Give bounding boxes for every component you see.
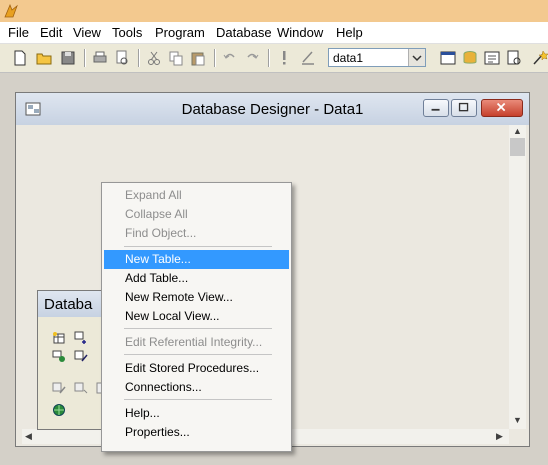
paste-icon[interactable] [188,48,208,68]
add-table-icon[interactable] [74,331,88,345]
cut-icon[interactable] [144,48,164,68]
context-menu: Expand All Collapse All Find Object... N… [101,182,292,452]
menu-separator [124,399,272,400]
close-button[interactable] [481,99,523,117]
menu-edit[interactable]: Edit [40,25,62,40]
standard-toolbar: data1 [0,44,548,73]
menu-item-properties[interactable]: Properties... [104,423,289,442]
wizard-icon[interactable] [530,48,548,68]
local-view-icon[interactable] [74,349,88,363]
run-icon[interactable] [274,48,294,68]
chevron-down-icon[interactable] [408,49,425,66]
remote-view-icon[interactable] [52,349,66,363]
database-designer-toolbar-window: Databa [37,290,109,430]
menu-item-connections[interactable]: Connections... [104,378,289,397]
db-toolbar-titlebar[interactable]: Databa [38,291,108,317]
menu-item-expand-all[interactable]: Expand All [104,186,289,205]
menu-item-add-table[interactable]: Add Table... [104,269,289,288]
maximize-button[interactable] [451,99,477,117]
new-table-icon[interactable] [52,331,66,345]
scroll-right-icon[interactable]: ▶ [496,431,503,442]
code-window-icon[interactable] [504,48,524,68]
menu-separator [124,246,272,247]
app-titlebar [0,0,548,22]
new-file-icon[interactable] [10,48,30,68]
database-combo[interactable]: data1 [328,48,426,67]
menu-item-new-remote-view[interactable]: New Remote View... [104,288,289,307]
menu-item-edit-stored-procedures[interactable]: Edit Stored Procedures... [104,359,289,378]
command-window-icon[interactable] [438,48,458,68]
copy-icon[interactable] [166,48,186,68]
menu-separator [124,328,272,329]
database-combo-value: data1 [333,51,364,65]
menu-item-collapse-all[interactable]: Collapse All [104,205,289,224]
modify-table-icon[interactable] [52,381,66,395]
browse-table-icon[interactable] [74,381,88,395]
menu-item-find-object[interactable]: Find Object... [104,224,289,243]
print-preview-icon[interactable] [112,48,132,68]
print-icon[interactable] [90,48,110,68]
minimize-button[interactable] [423,99,449,117]
designer-titlebar[interactable]: Database Designer - Data1 [16,93,529,125]
menu-help[interactable]: Help [336,25,363,40]
scroll-down-icon[interactable]: ▼ [513,415,522,425]
menu-separator [124,354,272,355]
properties-window-icon[interactable] [482,48,502,68]
scroll-left-icon[interactable]: ◀ [25,431,32,442]
menu-item-edit-referential-integrity[interactable]: Edit Referential Integrity... [104,333,289,352]
minimize-icon [431,108,440,111]
menu-item-new-local-view[interactable]: New Local View... [104,307,289,326]
menu-item-help[interactable]: Help... [104,404,289,423]
data-session-icon[interactable] [460,48,480,68]
menu-tools[interactable]: Tools [112,25,142,40]
open-folder-icon[interactable] [34,48,54,68]
close-icon [496,102,506,112]
menu-window[interactable]: Window [277,25,323,40]
maximize-icon [458,102,469,112]
db-toolbar-title: Databa [44,296,93,313]
menu-file[interactable]: File [8,25,29,40]
scroll-up-icon[interactable]: ▲ [513,126,522,136]
undo-icon[interactable] [220,48,240,68]
menu-view[interactable]: View [73,25,101,40]
save-icon[interactable] [58,48,78,68]
scroll-thumb[interactable] [510,138,525,156]
fox-app-icon [4,3,18,18]
redo-icon[interactable] [242,48,262,68]
menu-bar: File Edit View Tools Program Database Wi… [0,22,548,44]
vertical-scrollbar[interactable]: ▲ ▼ [509,125,526,429]
connections-icon[interactable] [52,403,66,417]
menu-database[interactable]: Database [216,25,272,40]
menu-program[interactable]: Program [155,25,205,40]
modify-icon[interactable] [298,48,318,68]
menu-item-new-table[interactable]: New Table... [104,250,289,269]
